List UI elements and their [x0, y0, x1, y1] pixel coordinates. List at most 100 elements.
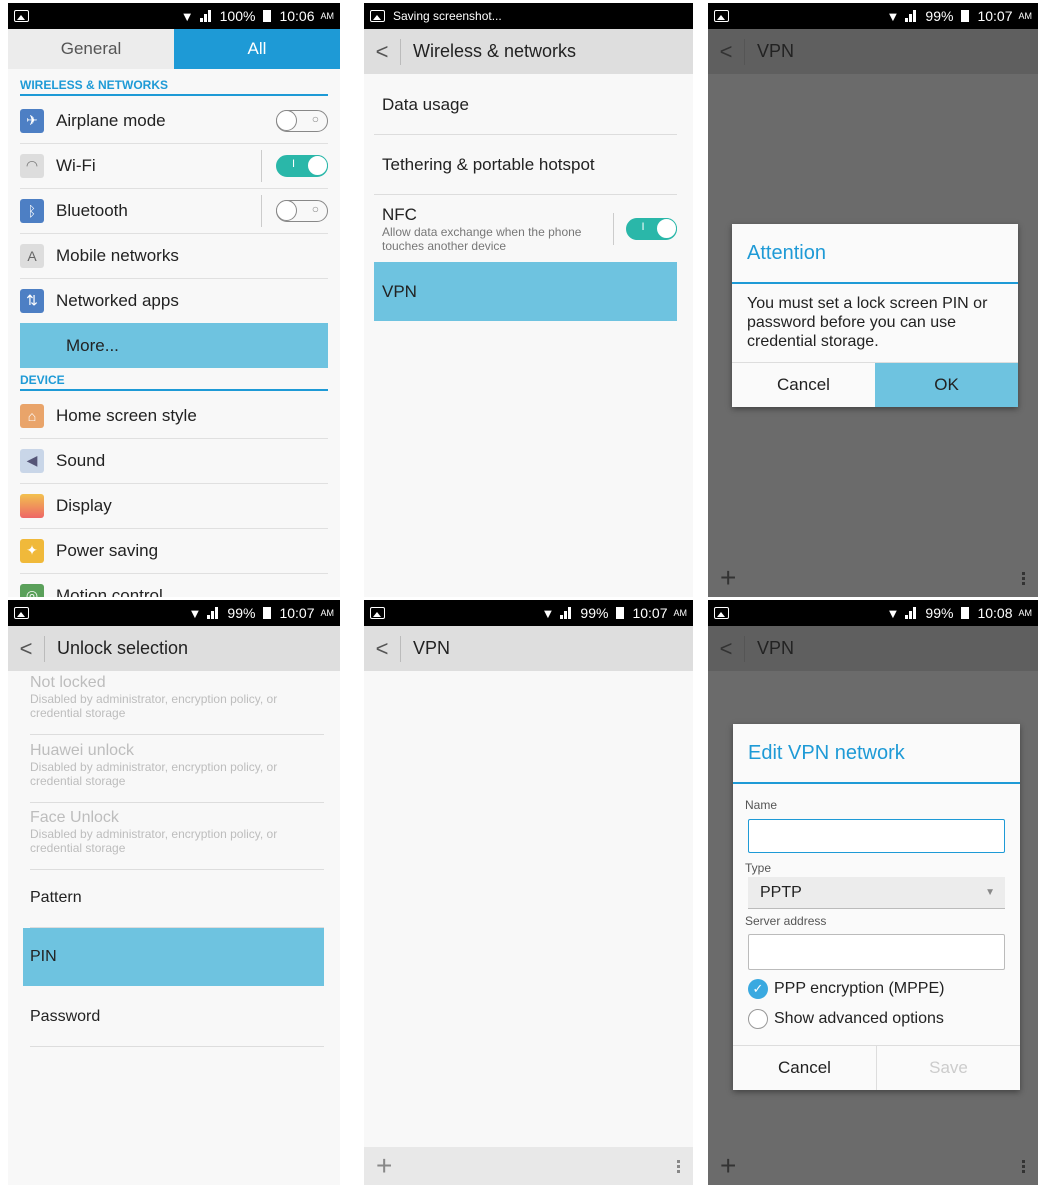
- advanced-options-checkbox[interactable]: Show advanced options: [748, 1009, 944, 1029]
- screenshot-icon: [370, 10, 385, 22]
- settings-item-airplane[interactable]: ✈ Airplane mode: [20, 98, 328, 144]
- vpn-attention-screen: ▼ 99% 10:07 AM < VPN Attention You must …: [708, 3, 1038, 597]
- unchecked-icon: [748, 1009, 768, 1029]
- action-bar: < VPN: [364, 626, 693, 671]
- settings-item-mobile-networks[interactable]: A Mobile networks: [20, 233, 328, 279]
- settings-item-home-screen[interactable]: ⌂ Home screen style: [20, 393, 328, 439]
- screenshot-icon: [14, 10, 29, 22]
- back-icon[interactable]: <: [364, 38, 401, 65]
- server-address-label: Server address: [745, 914, 827, 928]
- settings-item-sound[interactable]: ◀ Sound: [20, 438, 328, 484]
- screenshot-icon: [14, 607, 29, 619]
- list-item-nfc[interactable]: NFC Allow data exchange when the phone t…: [374, 196, 677, 262]
- checkmark-icon: ✓: [748, 979, 768, 999]
- cancel-button[interactable]: Cancel: [732, 363, 875, 407]
- battery-icon: [961, 10, 970, 22]
- unlock-selection-screen: ▼ 99% 10:07 AM < Unlock selection Not lo…: [8, 600, 340, 1185]
- disabled-note: Disabled by administrator, encryption po…: [30, 760, 278, 788]
- type-select[interactable]: PPTP ▼: [748, 877, 1005, 909]
- name-input[interactable]: [748, 819, 1005, 853]
- sound-label: Sound: [56, 450, 106, 470]
- bluetooth-toggle[interactable]: [276, 199, 328, 222]
- tab-general[interactable]: General: [8, 29, 174, 69]
- screenshot-icon: [714, 607, 729, 619]
- edit-vpn-dialog: Edit VPN network Name Type PPTP ▼ Server…: [733, 724, 1020, 1090]
- wifi-icon: ◠: [20, 153, 44, 178]
- back-icon[interactable]: <: [708, 38, 745, 65]
- settings-item-display[interactable]: Display: [20, 483, 328, 529]
- bottom-bar: +: [708, 559, 1038, 597]
- status-bar: ▼ 99% 10:07 AM: [364, 600, 693, 626]
- list-item-vpn[interactable]: VPN: [374, 262, 677, 321]
- overflow-menu-icon[interactable]: [677, 1158, 681, 1175]
- tethering-label: Tethering & portable hotspot: [382, 155, 595, 174]
- back-icon[interactable]: <: [8, 635, 45, 662]
- settings-item-motion-control[interactable]: ◎ Motion control: [20, 573, 328, 597]
- battery-icon: [616, 607, 625, 619]
- clock: 10:07: [632, 605, 668, 621]
- list-item-tethering[interactable]: Tethering & portable hotspot: [374, 136, 677, 195]
- status-bar: ▼ 99% 10:07 AM: [708, 3, 1038, 29]
- unlock-option-not-locked: Not locked Disabled by administrator, en…: [30, 674, 324, 735]
- tab-all[interactable]: All: [174, 29, 340, 69]
- unlock-option-pattern[interactable]: Pattern: [30, 869, 324, 928]
- page-title: VPN: [757, 638, 795, 658]
- server-address-input[interactable]: [748, 934, 1005, 970]
- overflow-menu-icon[interactable]: [1022, 1158, 1026, 1175]
- battery-percent: 99%: [580, 605, 609, 621]
- wireless-networks-screen: Saving screenshot... < Wireless & networ…: [364, 3, 693, 597]
- clock-ampm: AM: [1018, 608, 1033, 618]
- clock-ampm: AM: [1018, 11, 1033, 21]
- vpn-label: VPN: [382, 281, 417, 301]
- back-icon[interactable]: <: [708, 635, 745, 662]
- settings-item-wifi[interactable]: ◠ Wi-Fi: [20, 143, 328, 189]
- wifi-toggle[interactable]: [276, 154, 328, 177]
- ppp-encryption-checkbox[interactable]: ✓ PPP encryption (MPPE): [748, 979, 944, 999]
- bluetooth-icon: ᛒ: [20, 198, 44, 223]
- section-header-device: DEVICE: [20, 373, 328, 391]
- vpn-screen: ▼ 99% 10:07 AM < VPN +: [364, 600, 693, 1185]
- clock: 10:07: [977, 8, 1013, 24]
- back-icon[interactable]: <: [364, 635, 401, 662]
- dialog-title: Attention: [732, 224, 1018, 284]
- clock-ampm: AM: [320, 11, 335, 21]
- unlock-option-password[interactable]: Password: [30, 988, 324, 1047]
- not-locked-label: Not locked: [30, 674, 106, 691]
- nfc-description: Allow data exchange when the phone touch…: [382, 225, 582, 253]
- settings-item-more[interactable]: More...: [20, 323, 328, 368]
- advanced-options-label: Show advanced options: [774, 1010, 944, 1027]
- disabled-note: Disabled by administrator, encryption po…: [30, 827, 278, 855]
- page-title: VPN: [757, 41, 795, 61]
- settings-item-networked-apps[interactable]: ⇅ Networked apps: [20, 278, 328, 324]
- action-bar: < Wireless & networks: [364, 29, 693, 74]
- list-item-data-usage[interactable]: Data usage: [374, 76, 677, 135]
- speaker-icon: ◀: [20, 448, 44, 473]
- display-icon: [20, 493, 44, 518]
- unlock-option-pin[interactable]: PIN: [23, 928, 324, 986]
- password-label: Password: [30, 1008, 101, 1025]
- nfc-toggle[interactable]: [625, 218, 677, 240]
- pattern-label: Pattern: [30, 889, 82, 906]
- add-icon[interactable]: +: [720, 562, 736, 594]
- add-icon[interactable]: +: [376, 1150, 392, 1182]
- screenshot-icon: [714, 10, 729, 22]
- add-icon[interactable]: +: [720, 1150, 736, 1182]
- disabled-note: Disabled by administrator, encryption po…: [30, 692, 278, 720]
- airplane-toggle[interactable]: [276, 109, 328, 132]
- wifi-signal-icon: ▼: [886, 605, 900, 621]
- battery-percent: 99%: [925, 605, 954, 621]
- cancel-button[interactable]: Cancel: [733, 1046, 876, 1090]
- settings-item-bluetooth[interactable]: ᛒ Bluetooth: [20, 188, 328, 234]
- status-bar: ▼ 99% 10:07 AM: [8, 600, 340, 626]
- airplane-label: Airplane mode: [56, 110, 166, 130]
- ok-button[interactable]: OK: [875, 363, 1018, 407]
- power-saving-label: Power saving: [56, 540, 159, 560]
- overflow-menu-icon[interactable]: [1022, 570, 1026, 587]
- save-button[interactable]: Save: [876, 1046, 1020, 1090]
- dialog-message: You must set a lock screen PIN or passwo…: [747, 295, 988, 350]
- dropdown-arrow-icon: ▼: [985, 887, 995, 898]
- settings-item-power-saving[interactable]: ✦ Power saving: [20, 528, 328, 574]
- section-header-wireless: WIRELESS & NETWORKS: [20, 78, 328, 96]
- bluetooth-label: Bluetooth: [56, 200, 128, 220]
- cell-signal-icon: [207, 607, 221, 619]
